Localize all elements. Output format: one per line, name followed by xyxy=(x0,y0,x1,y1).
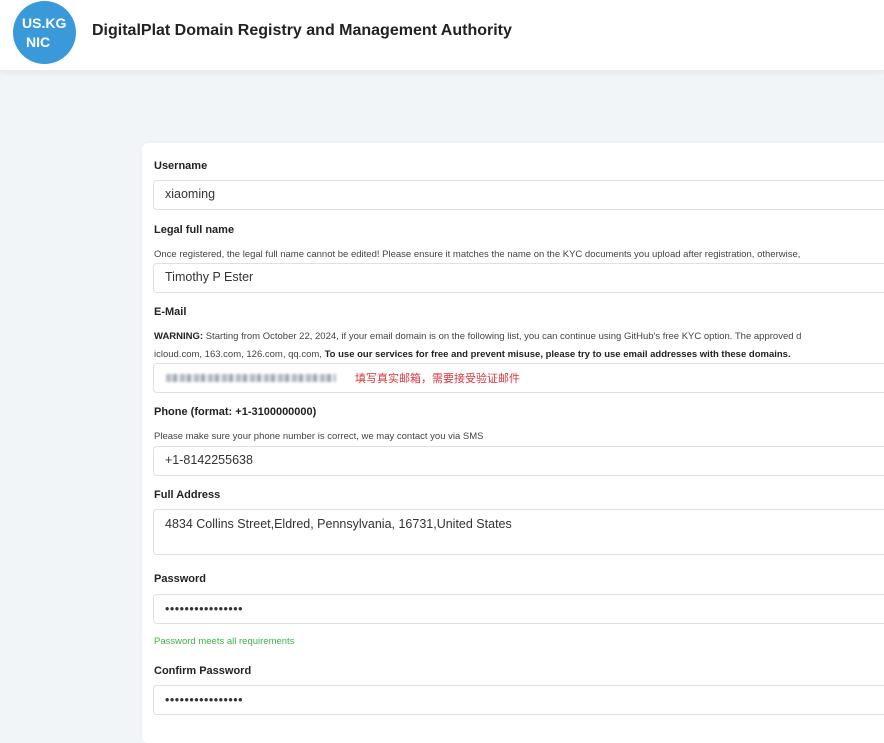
confirm-password-label: Confirm Password xyxy=(154,665,252,677)
username-label: Username xyxy=(154,160,208,172)
address-textarea[interactable]: 4834 Collins Street,Eldred, Pennsylvania… xyxy=(153,509,884,555)
phone-input[interactable]: +1-8142255638 xyxy=(153,446,884,476)
email-warning-prefix: WARNING: xyxy=(154,331,204,342)
address-value: 4834 Collins Street,Eldred, Pennsylvania… xyxy=(165,517,512,531)
logo-text-line2: NIC xyxy=(26,34,51,50)
legal-name-value: Timothy P Ester xyxy=(165,270,254,284)
password-value: •••••••••••••••• xyxy=(165,602,244,616)
phone-help: Please make sure your phone number is co… xyxy=(154,431,484,442)
address-label: Full Address xyxy=(154,489,221,501)
confirm-password-input[interactable]: •••••••••••••••• xyxy=(153,685,884,715)
site-header: US.KG NIC DigitalPlat Domain Registry an… xyxy=(0,0,884,71)
password-label: Password xyxy=(154,573,206,585)
username-value: xiaoming xyxy=(165,187,216,201)
legal-name-label: Legal full name xyxy=(154,224,235,236)
username-input[interactable]: xiaoming xyxy=(153,180,884,210)
email-domains-advice: To use our services for free and prevent… xyxy=(324,349,791,360)
phone-value: +1-8142255638 xyxy=(165,453,253,467)
redacted-email-value xyxy=(166,374,336,382)
password-input[interactable]: •••••••••••••••• xyxy=(153,594,884,624)
site-logo[interactable]: US.KG NIC xyxy=(13,1,76,64)
email-label: E-Mail xyxy=(154,306,187,318)
confirm-password-value: •••••••••••••••• xyxy=(165,693,244,707)
email-warning-text: Starting from October 22, 2024, if your … xyxy=(203,331,802,342)
email-warning: WARNING: Starting from October 22, 2024,… xyxy=(154,331,801,342)
registration-form-card xyxy=(142,143,884,743)
email-input[interactable]: 填写真实邮箱，需要接受验证邮件 xyxy=(153,363,884,393)
email-annotation: 填写真实邮箱，需要接受验证邮件 xyxy=(355,373,520,385)
logo-text-line1: US.KG xyxy=(22,15,67,31)
legal-name-input[interactable]: Timothy P Ester xyxy=(153,263,884,293)
password-status: Password meets all requirements xyxy=(154,636,295,647)
phone-label: Phone (format: +1-3100000000) xyxy=(154,406,317,418)
legal-name-help: Once registered, the legal full name can… xyxy=(154,249,801,260)
email-domains-note: icloud.com, 163.com, 126.com, qq.com, To… xyxy=(154,349,791,360)
site-title: DigitalPlat Domain Registry and Manageme… xyxy=(92,22,512,39)
email-domains-list: icloud.com, 163.com, 126.com, qq.com, xyxy=(154,349,325,360)
